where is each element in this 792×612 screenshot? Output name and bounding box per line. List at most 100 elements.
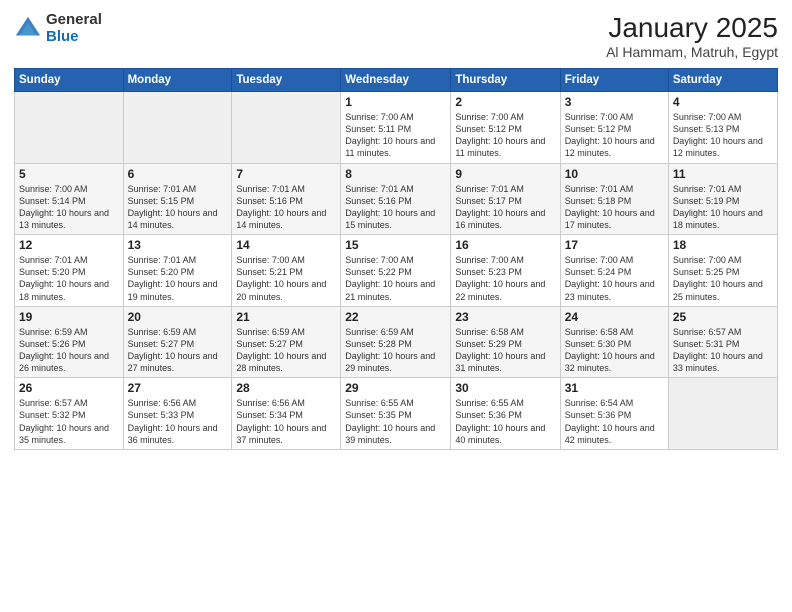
day-info: Sunrise: 7:00 AMSunset: 5:25 PMDaylight:… xyxy=(673,255,763,301)
day-number: 21 xyxy=(236,310,336,324)
day-number: 27 xyxy=(128,381,228,395)
table-row: 17 Sunrise: 7:00 AMSunset: 5:24 PMDayligh… xyxy=(560,235,668,307)
day-info: Sunrise: 7:00 AMSunset: 5:21 PMDaylight:… xyxy=(236,255,326,301)
day-info: Sunrise: 6:56 AMSunset: 5:33 PMDaylight:… xyxy=(128,398,218,444)
day-number: 17 xyxy=(565,238,664,252)
day-info: Sunrise: 7:01 AMSunset: 5:19 PMDaylight:… xyxy=(673,184,763,230)
table-row: 13 Sunrise: 7:01 AMSunset: 5:20 PMDayligh… xyxy=(123,235,232,307)
table-row: 5Sunrise: 7:00 AMSunset: 5:14 PMDaylight… xyxy=(15,163,124,235)
day-number: 24 xyxy=(565,310,664,324)
table-row xyxy=(15,92,124,164)
table-row: 15Sunrise: 7:00 AMSunset: 5:22 PMDayligh… xyxy=(341,235,451,307)
day-info: Sunrise: 7:00 AMSunset: 5:22 PMDaylight:… xyxy=(345,255,435,301)
header: General Blue January 2025 Al Hammam, Mat… xyxy=(14,12,778,60)
day-info: Sunrise: 7:00 AMSunset: 5:12 PMDaylight:… xyxy=(455,112,545,158)
table-row: 31 Sunrise: 6:54 AMSunset: 5:36 PMDayligh… xyxy=(560,378,668,450)
day-number: 7 xyxy=(236,167,336,181)
title-block: January 2025 Al Hammam, Matruh, Egypt xyxy=(606,12,778,60)
weekday-header-row: Sunday Monday Tuesday Wednesday Thursday… xyxy=(15,69,778,92)
table-row: 22Sunrise: 6:59 AMSunset: 5:28 PMDayligh… xyxy=(341,306,451,378)
day-info: Sunrise: 6:59 AMSunset: 5:27 PMDaylight:… xyxy=(128,327,218,373)
col-saturday: Saturday xyxy=(668,69,777,92)
col-thursday: Thursday xyxy=(451,69,560,92)
table-row: 18Sunrise: 7:00 AMSunset: 5:25 PMDayligh… xyxy=(668,235,777,307)
day-info: Sunrise: 6:59 AMSunset: 5:27 PMDaylight:… xyxy=(236,327,326,373)
day-info: Sunrise: 6:58 AMSunset: 5:29 PMDaylight:… xyxy=(455,327,545,373)
day-number: 29 xyxy=(345,381,446,395)
table-row: 29 Sunrise: 6:55 AMSunset: 5:35 PMDayligh… xyxy=(341,378,451,450)
month-title: January 2025 xyxy=(606,12,778,44)
page: General Blue January 2025 Al Hammam, Mat… xyxy=(0,0,792,612)
col-friday: Friday xyxy=(560,69,668,92)
day-info: Sunrise: 7:01 AMSunset: 5:20 PMDaylight:… xyxy=(19,255,109,301)
day-number: 12 xyxy=(19,238,119,252)
day-info: Sunrise: 7:01 AMSunset: 5:17 PMDaylight:… xyxy=(455,184,545,230)
day-number: 16 xyxy=(455,238,555,252)
day-number: 3 xyxy=(565,95,664,109)
table-row: 4 Sunrise: 7:00 AMSunset: 5:13 PMDaylight… xyxy=(668,92,777,164)
day-info: Sunrise: 6:59 AMSunset: 5:26 PMDaylight:… xyxy=(19,327,109,373)
day-info: Sunrise: 7:00 AMSunset: 5:14 PMDaylight:… xyxy=(19,184,109,230)
table-row: 20 Sunrise: 6:59 AMSunset: 5:27 PMDayligh… xyxy=(123,306,232,378)
day-info: Sunrise: 6:55 AMSunset: 5:36 PMDaylight:… xyxy=(455,398,545,444)
day-number: 26 xyxy=(19,381,119,395)
table-row: 2 Sunrise: 7:00 AMSunset: 5:12 PMDaylight… xyxy=(451,92,560,164)
day-info: Sunrise: 6:55 AMSunset: 5:35 PMDaylight:… xyxy=(345,398,435,444)
logo-general-text: General xyxy=(46,12,102,29)
logo-text: General Blue xyxy=(46,12,102,45)
day-info: Sunrise: 7:01 AMSunset: 5:20 PMDaylight:… xyxy=(128,255,218,301)
table-row: 7 Sunrise: 7:01 AMSunset: 5:16 PMDaylight… xyxy=(232,163,341,235)
day-number: 23 xyxy=(455,310,555,324)
day-number: 25 xyxy=(673,310,773,324)
table-row: 1 Sunrise: 7:00 AMSunset: 5:11 PMDaylight… xyxy=(341,92,451,164)
table-row xyxy=(123,92,232,164)
table-row: 28Sunrise: 6:56 AMSunset: 5:34 PMDayligh… xyxy=(232,378,341,450)
table-row xyxy=(232,92,341,164)
table-row: 6 Sunrise: 7:01 AMSunset: 5:15 PMDaylight… xyxy=(123,163,232,235)
day-number: 13 xyxy=(128,238,228,252)
col-sunday: Sunday xyxy=(15,69,124,92)
day-info: Sunrise: 6:57 AMSunset: 5:31 PMDaylight:… xyxy=(673,327,763,373)
day-number: 22 xyxy=(345,310,446,324)
day-number: 2 xyxy=(455,95,555,109)
table-row: 23 Sunrise: 6:58 AMSunset: 5:29 PMDayligh… xyxy=(451,306,560,378)
logo-blue-text: Blue xyxy=(46,29,102,46)
day-number: 11 xyxy=(673,167,773,181)
day-info: Sunrise: 7:01 AMSunset: 5:15 PMDaylight:… xyxy=(128,184,218,230)
day-info: Sunrise: 7:00 AMSunset: 5:12 PMDaylight:… xyxy=(565,112,655,158)
table-row: 9 Sunrise: 7:01 AMSunset: 5:17 PMDaylight… xyxy=(451,163,560,235)
location-title: Al Hammam, Matruh, Egypt xyxy=(606,44,778,60)
day-info: Sunrise: 6:57 AMSunset: 5:32 PMDaylight:… xyxy=(19,398,109,444)
table-row: 8 Sunrise: 7:01 AMSunset: 5:16 PMDaylight… xyxy=(341,163,451,235)
day-info: Sunrise: 7:00 AMSunset: 5:24 PMDaylight:… xyxy=(565,255,655,301)
day-number: 4 xyxy=(673,95,773,109)
table-row: 26 Sunrise: 6:57 AMSunset: 5:32 PMDayligh… xyxy=(15,378,124,450)
day-number: 14 xyxy=(236,238,336,252)
day-number: 8 xyxy=(345,167,446,181)
table-row: 11 Sunrise: 7:01 AMSunset: 5:19 PMDayligh… xyxy=(668,163,777,235)
table-row: 30 Sunrise: 6:55 AMSunset: 5:36 PMDayligh… xyxy=(451,378,560,450)
table-row: 24 Sunrise: 6:58 AMSunset: 5:30 PMDayligh… xyxy=(560,306,668,378)
day-info: Sunrise: 7:00 AMSunset: 5:11 PMDaylight:… xyxy=(345,112,435,158)
day-info: Sunrise: 7:01 AMSunset: 5:16 PMDaylight:… xyxy=(236,184,326,230)
day-info: Sunrise: 6:58 AMSunset: 5:30 PMDaylight:… xyxy=(565,327,655,373)
day-number: 30 xyxy=(455,381,555,395)
day-info: Sunrise: 7:01 AMSunset: 5:18 PMDaylight:… xyxy=(565,184,655,230)
day-info: Sunrise: 7:01 AMSunset: 5:16 PMDaylight:… xyxy=(345,184,435,230)
day-number: 28 xyxy=(236,381,336,395)
table-row: 25 Sunrise: 6:57 AMSunset: 5:31 PMDayligh… xyxy=(668,306,777,378)
day-number: 9 xyxy=(455,167,555,181)
day-number: 31 xyxy=(565,381,664,395)
day-info: Sunrise: 6:54 AMSunset: 5:36 PMDaylight:… xyxy=(565,398,655,444)
day-number: 20 xyxy=(128,310,228,324)
table-row: 19Sunrise: 6:59 AMSunset: 5:26 PMDayligh… xyxy=(15,306,124,378)
logo-icon xyxy=(14,15,42,43)
table-row: 14 Sunrise: 7:00 AMSunset: 5:21 PMDayligh… xyxy=(232,235,341,307)
table-row: 16Sunrise: 7:00 AMSunset: 5:23 PMDayligh… xyxy=(451,235,560,307)
calendar-week-row: 5Sunrise: 7:00 AMSunset: 5:14 PMDaylight… xyxy=(15,163,778,235)
day-number: 6 xyxy=(128,167,228,181)
day-number: 1 xyxy=(345,95,446,109)
logo: General Blue xyxy=(14,12,102,45)
day-info: Sunrise: 7:00 AMSunset: 5:13 PMDaylight:… xyxy=(673,112,763,158)
col-monday: Monday xyxy=(123,69,232,92)
